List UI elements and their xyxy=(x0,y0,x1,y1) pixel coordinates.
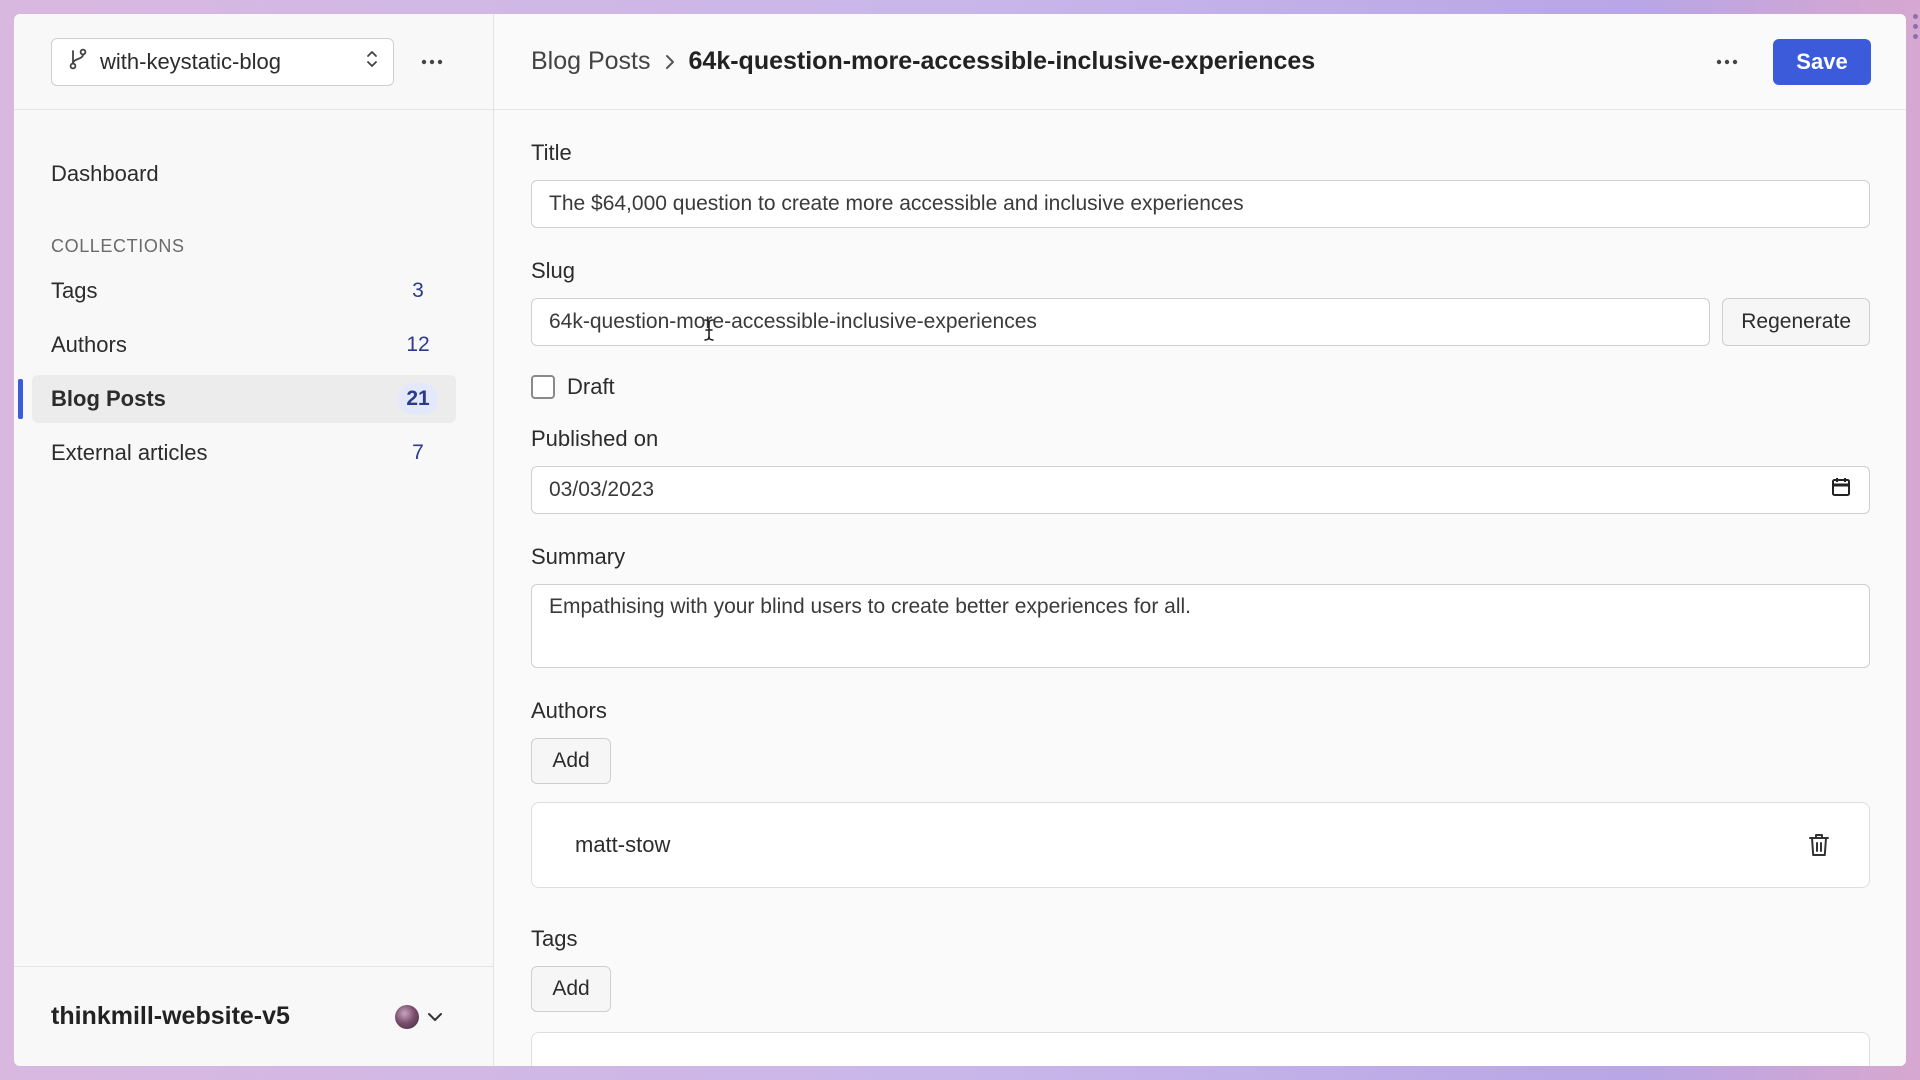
tag-item xyxy=(531,1032,1870,1066)
breadcrumb-blog-posts[interactable]: Blog Posts xyxy=(531,47,651,76)
branch-more-button[interactable] xyxy=(412,42,452,82)
sidebar-item-dashboard[interactable]: Dashboard xyxy=(14,150,493,198)
published-date-input[interactable]: 03/03/2023 xyxy=(531,466,1870,514)
title-field: Title The $64,000 question to create mor… xyxy=(531,140,1870,228)
published-date-value: 03/03/2023 xyxy=(549,478,655,501)
chevron-right-icon xyxy=(665,54,675,70)
title-label: Title xyxy=(531,140,572,165)
calendar-icon[interactable] xyxy=(1831,477,1851,503)
title-input[interactable]: The $64,000 question to create more acce… xyxy=(531,180,1870,228)
chevron-down-icon xyxy=(428,1012,442,1021)
draft-label: Draft xyxy=(567,374,615,399)
slug-row: 64k-question-more-accessible-inclusive-e… xyxy=(531,298,1870,346)
entry-form: Title The $64,000 question to create mor… xyxy=(494,110,1906,1066)
count-badge: 12 xyxy=(406,333,430,356)
entry-more-button[interactable] xyxy=(1707,42,1747,82)
avatar xyxy=(395,1004,419,1029)
topbar: Blog Posts 64k-question-more-accessible-… xyxy=(494,14,1906,110)
slug-input[interactable]: 64k-question-more-accessible-inclusive-e… xyxy=(531,298,1711,346)
draft-checkbox[interactable] xyxy=(531,375,555,399)
sidebar-nav: Dashboard COLLECTIONS Tags 3 Authors 12 … xyxy=(14,110,493,477)
tags-label: Tags xyxy=(531,926,578,951)
add-tag-button[interactable]: Add xyxy=(531,966,611,1012)
sidebar-item-label: Tags xyxy=(51,278,98,303)
more-horizontal-icon xyxy=(421,59,443,64)
page-title: 64k-question-more-accessible-inclusive-e… xyxy=(688,47,1316,75)
collections-heading: COLLECTIONS xyxy=(51,236,185,256)
git-branch-icon xyxy=(68,48,88,76)
summary-label: Summary xyxy=(531,544,626,569)
draft-row: Draft xyxy=(531,374,1870,400)
sidebar-item-label: Blog Posts xyxy=(51,386,166,411)
published-field: Published on 03/03/2023 xyxy=(531,426,1870,514)
published-label: Published on xyxy=(531,426,659,451)
count-badge: 21 xyxy=(398,383,438,415)
sidebar-item-blog-posts[interactable]: Blog Posts 21 xyxy=(18,375,456,423)
sidebar-item-label: External articles xyxy=(51,440,208,465)
add-author-button[interactable]: Add xyxy=(531,738,611,784)
trash-icon[interactable] xyxy=(1805,831,1833,859)
sidebar-footer: thinkmill-website-v5 xyxy=(14,966,493,1066)
author-name: matt-stow xyxy=(575,832,671,857)
branch-row: with-keystatic-blog xyxy=(14,14,493,110)
sidebar: with-keystatic-blog Dashboard COLLECTION… xyxy=(14,14,494,1066)
sidebar-item-authors[interactable]: Authors 12 xyxy=(32,321,456,369)
chevron-up-down-icon xyxy=(365,48,379,76)
sidebar-item-external-articles[interactable]: External articles 7 xyxy=(32,429,456,477)
authors-label: Authors xyxy=(531,698,607,723)
more-horizontal-icon xyxy=(1716,59,1738,64)
branch-picker[interactable]: with-keystatic-blog xyxy=(51,37,394,86)
breadcrumb: Blog Posts 64k-question-more-accessible-… xyxy=(531,47,1707,76)
project-name: thinkmill-website-v5 xyxy=(51,1002,290,1030)
slug-label: Slug xyxy=(531,258,576,283)
main-panel: Blog Posts 64k-question-more-accessible-… xyxy=(494,14,1906,1066)
summary-field: Summary Empathising with your blind user… xyxy=(531,544,1870,668)
count-badge: 3 xyxy=(412,279,424,302)
summary-textarea[interactable]: Empathising with your blind users to cre… xyxy=(531,584,1870,668)
sidebar-item-label: Authors xyxy=(51,332,127,357)
count-badge: 7 xyxy=(412,441,424,464)
sidebar-item-tags[interactable]: Tags 3 xyxy=(32,267,456,315)
tags-field: Tags Add xyxy=(531,926,1870,1066)
slug-field: Slug 64k-question-more-accessible-inclus… xyxy=(531,258,1870,346)
branch-name: with-keystatic-blog xyxy=(100,48,281,74)
author-item: matt-stow xyxy=(531,802,1870,888)
authors-field: Authors Add matt-stow xyxy=(531,698,1870,888)
save-button[interactable]: Save xyxy=(1773,38,1871,85)
app-window: with-keystatic-blog Dashboard COLLECTION… xyxy=(14,14,1906,1066)
account-menu-button[interactable] xyxy=(395,1004,443,1029)
window-handle-dots xyxy=(1913,14,1918,39)
regenerate-button[interactable]: Regenerate xyxy=(1722,298,1870,346)
